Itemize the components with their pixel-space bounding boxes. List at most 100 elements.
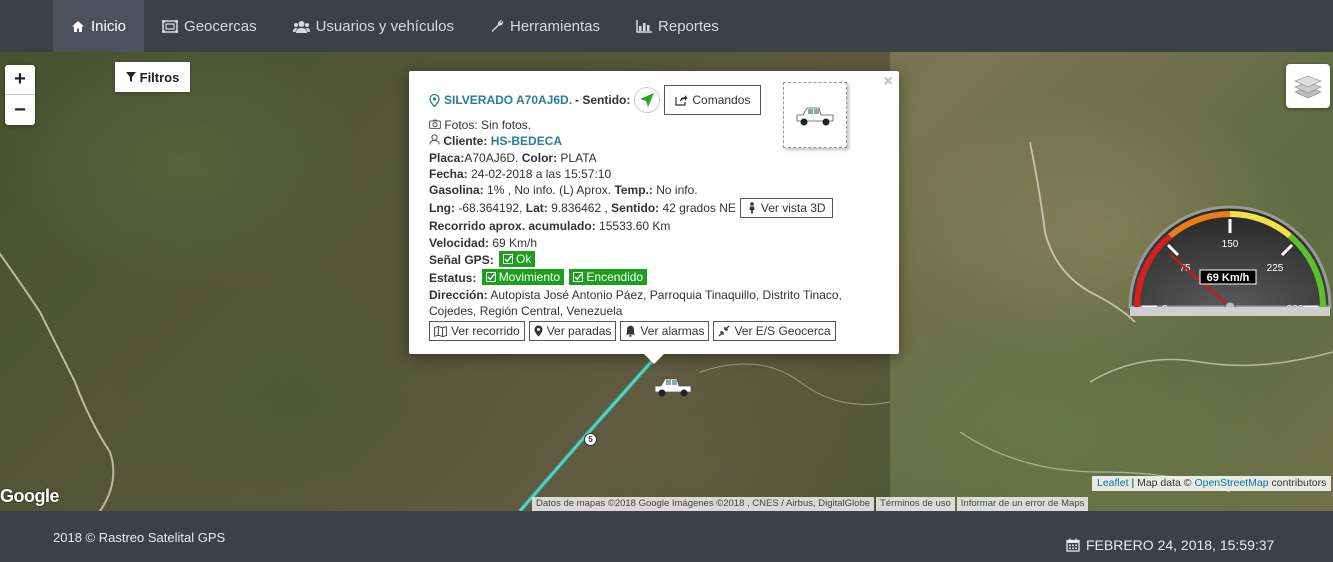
street-view-icon: [749, 202, 755, 214]
terms-link[interactable]: Términos de uso: [876, 497, 955, 511]
sentido-grados-label: Sentido:: [611, 201, 660, 216]
nav-item-reportes[interactable]: Reportes: [618, 0, 737, 52]
senal-gps-line: Señal GPS: Ok: [429, 251, 879, 268]
nav-item-geocercas[interactable]: Geocercas: [144, 0, 275, 52]
estatus-label: Estatus:: [429, 271, 477, 286]
direccion-line-2: Cojedes, Región Central, Venezuela: [429, 303, 879, 319]
osm-link[interactable]: OpenStreetMap: [1194, 477, 1268, 489]
sentido-label: - Sentido:: [575, 92, 631, 107]
nav-item-label: Herramientas: [509, 17, 601, 35]
temp-value: No info.: [656, 183, 698, 198]
speedometer-gauge: 0 75 150 225 300 69 Km/h: [1128, 205, 1332, 316]
layers-button[interactable]: [1286, 64, 1330, 108]
color-label: Color:: [521, 150, 558, 165]
popup-close-button[interactable]: ×: [884, 73, 893, 90]
gps-ok-badge: Ok: [499, 251, 536, 268]
movimiento-badge: Movimiento: [481, 269, 565, 286]
home-icon: [72, 20, 84, 32]
ver-paradas-label: Ver paradas: [546, 324, 612, 339]
direction-arrow-icon: [634, 87, 661, 113]
check-square-icon: [573, 272, 584, 283]
top-navbar: Inicio Geocercas Usuarios y vehículos He…: [0, 0, 1333, 52]
user-icon: [429, 134, 440, 145]
copyright-text: 2018 © Rastreo Satelital GPS: [53, 530, 226, 545]
camera-icon: [429, 119, 441, 129]
fecha-line: Fecha: 24-02-2018 a las 15:57:10: [429, 166, 879, 182]
placa-line: Placa:A70AJ6D. Color: PLATA: [429, 150, 879, 166]
popup-pointer-tip: [643, 353, 665, 364]
map-icon: [434, 325, 447, 337]
recorrido-label: Recorrido aprox. acumulado:: [429, 219, 596, 234]
google-logo: Google: [0, 486, 60, 506]
gasolina-label: Gasolina:: [429, 183, 484, 198]
gauge-tick-150: 150: [1222, 239, 1239, 250]
nav-item-herramientas[interactable]: Herramientas: [472, 0, 618, 52]
fotos-label: Fotos:: [444, 118, 478, 132]
direccion-value: Autopista José Antonio Páez, Parroquia T…: [490, 287, 842, 302]
zoom-control: + −: [5, 65, 35, 125]
layers-icon: [1294, 75, 1322, 99]
check-square-icon: [485, 272, 496, 283]
map-marker-icon: [534, 325, 543, 337]
vehicle-photo-thumbnail[interactable]: [783, 82, 847, 148]
direccion-line: Dirección: Autopista José Antonio Páez, …: [429, 287, 879, 303]
gauge-tick-225: 225: [1267, 263, 1284, 274]
vista-3d-label: Ver vista 3D: [760, 201, 826, 216]
vehicle-info-popup: × SILVERADO A70AJ6D. - Sentido: Comandos…: [409, 71, 899, 354]
lng-value: -68.364192,: [458, 201, 523, 216]
map-attribution: Datos de mapas ©2018 Google Imágenes ©20…: [532, 497, 1090, 511]
nav-item-inicio[interactable]: Inicio: [53, 0, 145, 52]
zoom-in-button[interactable]: +: [5, 65, 35, 95]
leaflet-attribution: Leaflet | Map data © OpenStreetMap contr…: [1092, 476, 1332, 491]
velocidad-value: 69 Km/h: [492, 235, 538, 250]
vehicle-name: SILVERADO A70AJ6D.: [444, 92, 573, 107]
nav-item-label: Reportes: [658, 17, 719, 35]
senal-label: Señal GPS:: [429, 253, 494, 268]
route-shield-marker: 5: [584, 433, 597, 446]
bell-icon: [626, 326, 636, 338]
filters-label: Filtros: [139, 69, 180, 85]
pickup-truck-icon: [654, 378, 692, 397]
report-error-link[interactable]: Informar de un error de Maps: [956, 497, 1089, 511]
users-icon: [292, 20, 310, 33]
ver-alarmas-button[interactable]: Ver alarmas: [620, 321, 710, 342]
filter-icon: [125, 72, 136, 82]
encendido-text: Encendido: [586, 270, 644, 285]
lat-label: Lat:: [525, 201, 548, 216]
velocidad-label: Velocidad:: [429, 235, 490, 250]
temp-label: Temp.:: [614, 183, 653, 198]
lat-value: 9.836462 ,: [551, 201, 608, 216]
nav-item-label: Usuarios y vehículos: [315, 17, 454, 35]
page-footer: 2018 © Rastreo Satelital GPS FEBRERO 24,…: [0, 511, 1333, 562]
estatus-line: Estatus: Movimiento Encendido: [429, 269, 879, 286]
cliente-label: Cliente:: [443, 134, 488, 149]
leaflet-link[interactable]: Leaflet: [1097, 477, 1129, 489]
fecha-value: 24-02-2018 a las 15:57:10: [471, 166, 612, 181]
nav-item-label: Inicio: [91, 17, 127, 35]
sentido-grados-value: 42 grados NE: [662, 201, 736, 216]
comandos-label: Comandos: [692, 92, 751, 107]
coordinates-line: Lng: -68.364192, Lat: 9.836462 , Sentido…: [429, 198, 879, 219]
ver-geocerca-button[interactable]: Ver E/S Geocerca: [713, 321, 836, 342]
ver-paradas-button[interactable]: Ver paradas: [528, 321, 617, 342]
gasolina-value: 1% , No info. (L) Aprox.: [487, 183, 612, 198]
map-pin-icon: [429, 93, 440, 107]
ver-vista-3d-button[interactable]: Ver vista 3D: [739, 198, 833, 219]
comandos-button[interactable]: Comandos: [664, 85, 762, 115]
zoom-out-button[interactable]: −: [5, 95, 35, 125]
vehicle-marker[interactable]: [653, 374, 693, 401]
nav-item-label: Geocercas: [184, 17, 257, 35]
share-icon: [675, 95, 688, 106]
check-square-icon: [503, 254, 514, 265]
nav-item-usuarios[interactable]: Usuarios y vehículos: [275, 0, 472, 52]
ver-alarmas-label: Ver alarmas: [640, 324, 705, 339]
datetime-text: FEBRERO 24, 2018, 15:59:37: [1086, 537, 1275, 553]
gauge-speed-readout: 69 Km/h: [1207, 272, 1250, 284]
cliente-value: HS-BEDECA: [490, 134, 563, 149]
placa-value: A70AJ6D.: [464, 150, 519, 165]
ver-recorrido-button[interactable]: Ver recorrido: [429, 321, 525, 342]
recorrido-value: 15533.60 Km: [599, 219, 671, 234]
gps-ok-text: Ok: [516, 251, 532, 266]
filters-button[interactable]: Filtros: [115, 62, 190, 92]
current-datetime: FEBRERO 24, 2018, 15:59:37: [1066, 537, 1274, 553]
